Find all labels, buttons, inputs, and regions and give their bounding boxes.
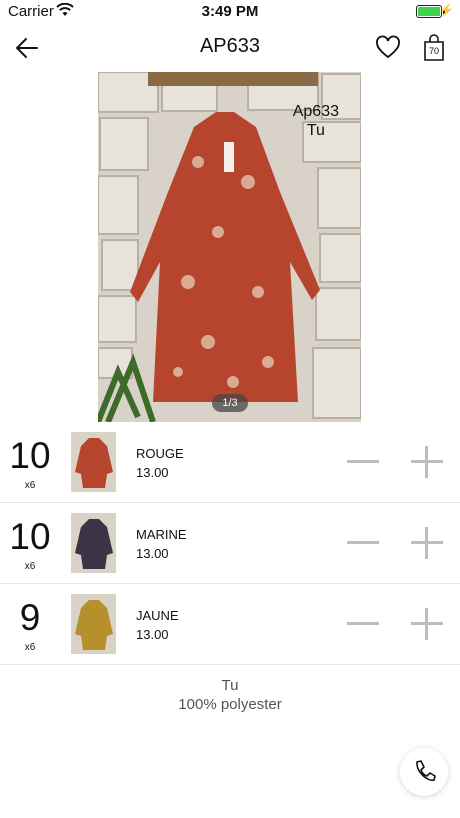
product-description: Tu 100% polyester — [0, 676, 460, 714]
increase-quantity-button[interactable] — [411, 608, 443, 640]
material-label: 100% polyester — [178, 696, 282, 713]
decrease-quantity-button[interactable] — [347, 608, 379, 640]
product-image-carousel[interactable]: Ap633 Tu 1/3 — [98, 72, 361, 422]
phone-icon — [416, 760, 436, 782]
variant-row: 10 x6 ROUGE 13.00 — [0, 422, 460, 503]
variant-color-name: JAUNE — [136, 608, 179, 623]
carousel-pager: 1/3 — [212, 394, 248, 412]
variant-quantity: 10 — [9, 516, 51, 557]
status-time: 3:49 PM — [201, 3, 259, 20]
variant-price: 13.00 — [136, 465, 169, 480]
cart-count-badge: 70 — [428, 46, 439, 56]
call-button[interactable] — [400, 748, 448, 796]
cart-button[interactable]: 70 — [422, 34, 446, 62]
variant-row: 9 x6 JAUNE 13.00 — [0, 584, 460, 665]
variant-price: 13.00 — [136, 546, 169, 561]
status-bar: Carrier 3:49 PM ⚡ — [0, 0, 460, 24]
variant-color-name: MARINE — [136, 527, 187, 542]
variant-thumbnail[interactable] — [71, 594, 116, 654]
variant-color-name: ROUGE — [136, 446, 184, 461]
image-overlay-label: Ap633 Tu — [293, 102, 339, 140]
variant-price: 13.00 — [136, 627, 169, 642]
variant-multiplier: x6 — [24, 480, 36, 491]
heart-icon — [376, 35, 400, 59]
decrease-quantity-button[interactable] — [347, 446, 379, 478]
variant-quantity: 9 — [19, 597, 41, 638]
variant-row: 10 x6 MARINE 13.00 — [0, 503, 460, 584]
increase-quantity-button[interactable] — [411, 446, 443, 478]
size-label: Tu — [221, 677, 239, 694]
variant-multiplier: x6 — [24, 642, 36, 653]
nav-bar: AP633 70 — [0, 24, 460, 72]
variant-multiplier: x6 — [24, 561, 36, 572]
variant-list: 10 x6 ROUGE 13.00 10 x6 MARINE 13.00 9 x… — [0, 422, 460, 665]
variant-thumbnail[interactable] — [71, 513, 116, 573]
overlay-ref: Ap633 — [292, 103, 339, 120]
overlay-size: Tu — [306, 122, 325, 139]
variant-quantity: 10 — [9, 435, 51, 476]
variant-thumbnail[interactable] — [71, 432, 116, 492]
favorite-button[interactable] — [375, 35, 401, 61]
charging-icon: ⚡ — [439, 3, 454, 17]
increase-quantity-button[interactable] — [411, 527, 443, 559]
decrease-quantity-button[interactable] — [347, 527, 379, 559]
